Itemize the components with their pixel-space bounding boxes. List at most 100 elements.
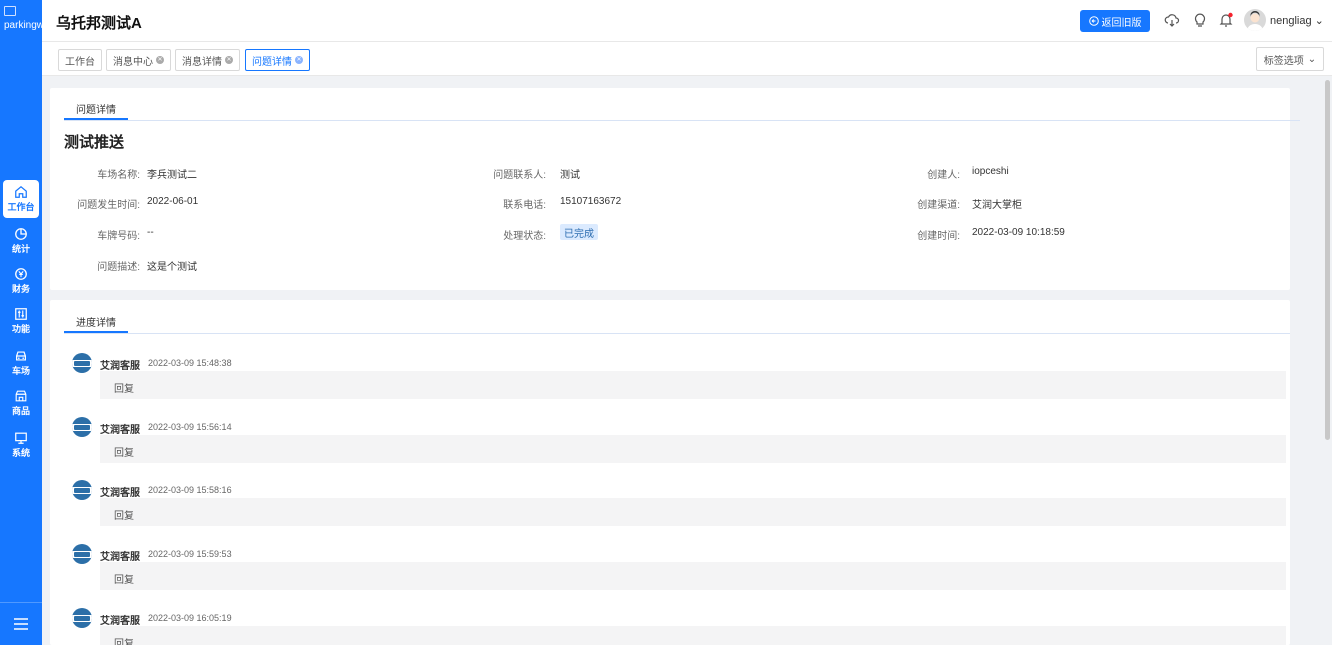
close-icon[interactable]: ✕ (156, 56, 164, 64)
logo-alt-text: parkingwang (4, 20, 42, 31)
bell-icon[interactable] (1218, 12, 1234, 28)
menu-icon (14, 618, 28, 630)
service-logo-icon (72, 544, 92, 564)
sidebar-item-label: 财务 (11, 284, 30, 294)
shop-icon (15, 390, 27, 402)
username-dropdown[interactable]: nengliag ⌄ (1270, 14, 1324, 27)
sidebar-item-label: 工作台 (7, 202, 35, 212)
tab-issue-detail-section[interactable]: 问题详情 (64, 98, 128, 120)
tab-workbench[interactable]: 工作台 (58, 49, 102, 71)
entry-reply: 回复 (100, 562, 1286, 590)
top-header: 乌托邦测试A 返回旧版 nengliag ⌄ (42, 0, 1332, 42)
service-logo-icon (72, 353, 92, 373)
lightbulb-icon[interactable] (1192, 12, 1208, 28)
tab-message-detail[interactable]: 消息详情 ✕ (175, 49, 240, 71)
sidebar: parkingwang 工作台 统计 财务 功能 车场 商品 系统 (0, 0, 42, 645)
avatar[interactable] (1244, 9, 1266, 31)
progress-entry: 艾润客服 2022-03-09 16:05:19 回复 (72, 608, 1288, 645)
service-logo-icon (72, 480, 92, 500)
sidebar-item-workbench[interactable]: 工作台 (3, 180, 39, 218)
car-icon (16, 351, 26, 361)
creator-label: 创建人: (927, 170, 960, 181)
service-logo-icon (72, 417, 92, 437)
sidebar-item-finance[interactable]: 财务 (0, 262, 42, 300)
plate-label: 车牌号码: (97, 231, 140, 242)
page-scrollbar[interactable] (1325, 80, 1330, 440)
entry-time: 2022-03-09 15:59:53 (148, 549, 232, 559)
plate-value: -- (147, 227, 154, 238)
cloud-download-icon[interactable] (1164, 12, 1180, 28)
yen-circle-icon (15, 268, 27, 280)
return-old-version-label: 返回旧版 (1101, 17, 1142, 29)
occur-time-label: 问题发生时间: (77, 200, 140, 211)
divider (64, 333, 1290, 334)
app-logo[interactable]: parkingwang (0, 0, 42, 42)
sidebar-item-label: 商品 (11, 406, 30, 416)
tag-options-label: 标签选项 (1263, 55, 1304, 67)
sliders-icon (15, 308, 27, 320)
username: nengliag (1270, 15, 1312, 27)
pie-chart-icon (15, 228, 27, 240)
close-icon[interactable]: ✕ (295, 56, 303, 64)
tab-message-center[interactable]: 消息中心 ✕ (106, 49, 171, 71)
tab-label: 问题详情 (252, 56, 292, 68)
service-logo-icon (72, 608, 92, 628)
return-old-version-button[interactable]: 返回旧版 (1080, 10, 1150, 32)
divider (64, 120, 1300, 121)
home-icon (15, 185, 27, 198)
contact-label: 问题联系人: (493, 170, 546, 181)
park-name-value: 李兵测试二 (147, 170, 197, 181)
arrow-left-circle-icon (1088, 16, 1099, 26)
created-value: 2022-03-09 10:18:59 (972, 227, 1065, 238)
chevron-down-icon: ⌄ (1307, 53, 1317, 65)
channel-label: 创建渠道: (917, 200, 960, 211)
collapse-menu-button[interactable] (0, 602, 42, 645)
status-label: 处理状态: (503, 231, 546, 242)
monitor-icon (15, 432, 27, 444)
sidebar-item-system[interactable]: 系统 (0, 426, 42, 464)
sidebar-item-features[interactable]: 功能 (0, 302, 42, 340)
sidebar-item-parking[interactable]: 车场 (0, 344, 42, 382)
park-name-label: 车场名称: (97, 170, 140, 181)
entry-author: 艾润客服 (100, 488, 140, 499)
progress-card: 进度详情 艾润客服 2022-03-09 15:48:38 回复 艾润客服 20… (50, 300, 1290, 645)
entry-reply: 回复 (100, 371, 1286, 399)
sidebar-item-label: 统计 (11, 244, 30, 254)
sidebar-item-label: 功能 (11, 324, 30, 334)
entry-author: 艾润客服 (100, 425, 140, 436)
sidebar-item-goods[interactable]: 商品 (0, 384, 42, 422)
entry-time: 2022-03-09 16:05:19 (148, 613, 232, 623)
tab-progress-section[interactable]: 进度详情 (64, 311, 128, 333)
status-badge: 已完成 (560, 224, 598, 240)
tab-issue-detail[interactable]: 问题详情 ✕ (245, 49, 310, 71)
broken-image-icon (4, 6, 16, 16)
close-icon[interactable]: ✕ (225, 56, 233, 64)
sidebar-item-statistics[interactable]: 统计 (0, 222, 42, 260)
issue-detail-card: 问题详情 测试推送 车场名称: 李兵测试二 问题联系人: 测试 创建人: iop… (50, 88, 1300, 290)
tags-bar: 工作台 消息中心 ✕ 消息详情 ✕ 问题详情 ✕ 标签选项 ⌄ (42, 42, 1332, 76)
entry-time: 2022-03-09 15:58:16 (148, 485, 232, 495)
progress-entry: 艾润客服 2022-03-09 15:58:16 回复 (72, 480, 1288, 530)
creator-value: iopceshi (972, 166, 1009, 177)
page-title: 乌托邦测试A (56, 15, 142, 32)
phone-label: 联系电话: (503, 200, 546, 211)
desc-label: 问题描述: (97, 262, 140, 273)
chevron-down-icon: ⌄ (1314, 15, 1324, 27)
progress-entry: 艾润客服 2022-03-09 15:59:53 回复 (72, 544, 1288, 594)
tab-label: 消息中心 (113, 56, 153, 68)
entry-reply: 回复 (100, 498, 1286, 526)
entry-author: 艾润客服 (100, 361, 140, 372)
phone-value: 15107163672 (560, 196, 622, 207)
tab-label: 消息详情 (182, 56, 222, 68)
progress-entry: 艾润客服 2022-03-09 15:48:38 回复 (72, 353, 1288, 403)
entry-reply: 回复 (100, 435, 1286, 463)
issue-title: 测试推送 (64, 134, 125, 151)
entry-author: 艾润客服 (100, 552, 140, 563)
desc-value: 这是个测试 (147, 262, 197, 273)
tab-label: 工作台 (65, 56, 95, 68)
sidebar-item-label: 系统 (11, 448, 30, 458)
created-label: 创建时间: (917, 231, 960, 242)
occur-time-value: 2022-06-01 (147, 196, 199, 207)
tag-options-dropdown[interactable]: 标签选项 ⌄ (1256, 47, 1324, 71)
sidebar-item-label: 车场 (11, 366, 30, 376)
